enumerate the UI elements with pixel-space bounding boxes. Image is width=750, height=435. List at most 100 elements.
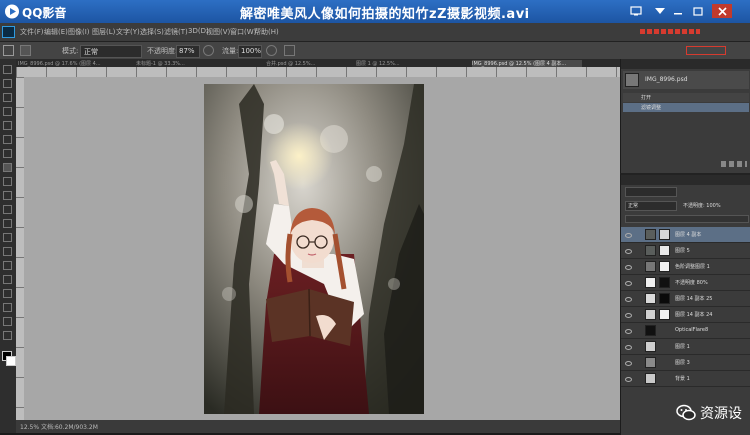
- path-select-tool-icon[interactable]: [3, 289, 12, 298]
- layer-thumbnail: [645, 309, 656, 320]
- layer-opacity-field[interactable]: 不透明度: 100%: [683, 202, 721, 209]
- video-title: 解密唯美风人像如何拍摄的知竹zZ摄影视频.avi: [240, 7, 530, 22]
- blur-tool-icon[interactable]: [3, 233, 12, 242]
- document-tab[interactable]: 合并.psd @ 12.5%...: [266, 60, 346, 67]
- layer-thumbnail: [645, 293, 656, 304]
- menu-item[interactable]: 图像(I): [68, 27, 90, 37]
- document-tab[interactable]: 未标题-1 @ 33.3%...: [136, 60, 206, 67]
- opacity-label: 不透明度:: [147, 47, 178, 55]
- layer-row[interactable]: 图层 1: [621, 339, 750, 355]
- visibility-eye-icon[interactable]: [625, 313, 632, 318]
- menu-item[interactable]: 滤镜(T): [164, 27, 188, 37]
- visibility-eye-icon[interactable]: [625, 361, 632, 366]
- layer-name: 图层 14 副本 24: [675, 312, 713, 318]
- layer-thumbnail: [645, 277, 656, 288]
- close-button[interactable]: [712, 4, 732, 18]
- visibility-eye-icon[interactable]: [625, 265, 632, 270]
- layer-row[interactable]: OpticalFlare8: [621, 323, 750, 339]
- menu-item[interactable]: 视图(V): [206, 27, 230, 37]
- layer-row[interactable]: 图层 14 副本 24: [621, 307, 750, 323]
- screen-icon[interactable]: [628, 4, 644, 18]
- document-tab[interactable]: IMG_8996.psd @ 17.6% (图层 4...: [18, 60, 128, 67]
- adjustment-layer-icon: [645, 261, 656, 272]
- mode-select[interactable]: 正常: [80, 45, 142, 58]
- airbrush-icon[interactable]: [266, 45, 277, 56]
- menu-item[interactable]: 文字(Y): [116, 27, 140, 37]
- history-panel-header: [621, 59, 750, 69]
- document-tab[interactable]: 图层 1 @ 12.5%...: [356, 60, 426, 67]
- photoshop-menubar: 文件(F) 编辑(E) 图像(I) 图层(L) 文字(Y) 选择(S) 滤镜(T…: [0, 23, 750, 41]
- quick-select-tool-icon[interactable]: [3, 107, 12, 116]
- visibility-eye-icon[interactable]: [625, 233, 632, 238]
- maximize-button[interactable]: [690, 4, 706, 18]
- layer-row[interactable]: 图层 4 副本: [621, 227, 750, 243]
- marquee-tool-icon[interactable]: [3, 79, 12, 88]
- move-tool-icon[interactable]: [3, 65, 12, 74]
- eyedropper-tool-icon[interactable]: [3, 135, 12, 144]
- visibility-eye-icon[interactable]: [625, 281, 632, 286]
- type-tool-icon[interactable]: [3, 275, 12, 284]
- layer-row[interactable]: 背景 1: [621, 371, 750, 387]
- document-tab-active[interactable]: IMG_8996.psd @ 12.5% (图层 4 副本...: [472, 60, 582, 67]
- flow-field[interactable]: 100%: [238, 45, 262, 58]
- menu-item[interactable]: 窗口(W): [230, 27, 256, 37]
- pen-tool-icon[interactable]: [3, 261, 12, 270]
- menu-item[interactable]: 选择(S): [140, 27, 164, 37]
- eraser-tool-icon[interactable]: [3, 205, 12, 214]
- history-item-active[interactable]: 滤镜调整: [623, 103, 749, 112]
- layer-row[interactable]: 图层 3: [621, 355, 750, 371]
- healing-tool-icon[interactable]: [3, 149, 12, 158]
- portrait-image: [204, 84, 424, 414]
- lasso-tool-icon[interactable]: [3, 93, 12, 102]
- workspace-indicator[interactable]: [686, 46, 726, 55]
- dodge-tool-icon[interactable]: [3, 247, 12, 256]
- history-item: IMG_8996.psd: [645, 76, 688, 83]
- history-brush-tool-icon[interactable]: [3, 191, 12, 200]
- opacity-field[interactable]: 87%: [176, 45, 200, 58]
- mode-value: 正常: [84, 48, 98, 56]
- layer-row[interactable]: 不透明度 80%: [621, 275, 750, 291]
- layer-name: 图层 3: [675, 360, 690, 366]
- visibility-eye-icon[interactable]: [625, 345, 632, 350]
- opacity-value: 87%: [179, 47, 195, 55]
- layer-mask-thumbnail: [659, 277, 670, 288]
- layer-blend-mode: 正常: [628, 203, 639, 209]
- pressure-opacity-icon[interactable]: [203, 45, 214, 56]
- options-bar: 模式: 正常 不透明度: 87% 流量: 100%: [0, 41, 750, 61]
- gradient-tool-icon[interactable]: [3, 219, 12, 228]
- wechat-icon: [676, 404, 696, 421]
- layer-row[interactable]: 图层 14 副本 25: [621, 291, 750, 307]
- visibility-eye-icon[interactable]: [625, 377, 632, 382]
- visibility-eye-icon[interactable]: [625, 249, 632, 254]
- menu-icon[interactable]: [652, 4, 668, 18]
- visibility-eye-icon[interactable]: [625, 329, 632, 334]
- snapshot-thumbnail: [625, 73, 639, 87]
- brush-tool-icon[interactable]: [3, 163, 12, 172]
- layer-row[interactable]: 色阶调整图层 1: [621, 259, 750, 275]
- menu-item[interactable]: 帮助(H): [254, 27, 279, 37]
- wechat-watermark: 资源设: [676, 403, 742, 423]
- menu-item[interactable]: 图层(L): [92, 27, 115, 37]
- history-snapshot[interactable]: IMG_8996.psd: [623, 71, 749, 89]
- hand-tool-icon[interactable]: [3, 317, 12, 326]
- minimize-button[interactable]: [670, 4, 686, 18]
- layer-name: 色阶调整图层 1: [675, 264, 710, 270]
- brush-size-icon[interactable]: [20, 45, 31, 56]
- background-color-swatch[interactable]: [6, 356, 16, 366]
- mode-label: 模式:: [62, 47, 79, 55]
- pressure-size-icon[interactable]: [284, 45, 295, 56]
- history-panel-icons: [721, 161, 747, 167]
- history-item[interactable]: 打开: [623, 93, 749, 102]
- brush-tool-icon[interactable]: [3, 45, 14, 56]
- menu-item[interactable]: 文件(F): [20, 27, 44, 37]
- clone-stamp-tool-icon[interactable]: [3, 177, 12, 186]
- menu-item[interactable]: 编辑(E): [44, 27, 68, 37]
- layer-mask-thumbnail: [659, 293, 670, 304]
- layer-filter-select[interactable]: [625, 187, 677, 197]
- visibility-eye-icon[interactable]: [625, 297, 632, 302]
- crop-tool-icon[interactable]: [3, 121, 12, 130]
- zoom-tool-icon[interactable]: [3, 331, 12, 340]
- layer-blend-mode-select[interactable]: 正常: [625, 201, 677, 211]
- layer-row[interactable]: 图层 5: [621, 243, 750, 259]
- shape-tool-icon[interactable]: [3, 303, 12, 312]
